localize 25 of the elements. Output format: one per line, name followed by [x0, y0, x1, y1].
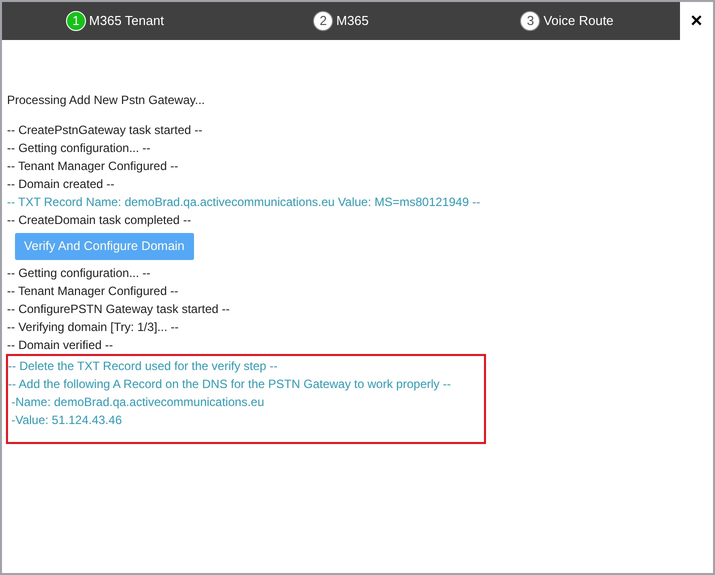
log-line: -- Getting configuration... --	[7, 140, 152, 157]
log-line: -- Add the following A Record on the DNS for the PSTN Gateway to work properly --	[8, 376, 452, 393]
log-line: -- TXT Record Name: demoBrad.qa.activecommunications.eu Value: MS=ms80121949 --	[7, 194, 482, 211]
log-line: -- CreateDomain task completed --	[7, 212, 192, 229]
status-heading: Processing Add New Pstn Gateway...	[7, 92, 206, 109]
log-line: -- Verifying domain [Try: 1/3]... --	[7, 319, 180, 336]
step-tab[interactable]: 2 M365	[228, 11, 454, 31]
log-line: -- Tenant Manager Configured --	[7, 158, 180, 175]
step-tab[interactable]: 3 Voice Route	[454, 11, 680, 31]
step-label: M365 Tenant	[89, 12, 164, 30]
step-tab[interactable]: 1 M365 Tenant	[2, 11, 228, 31]
log-line: -- Delete the TXT Record used for the verify step --	[8, 358, 279, 375]
step-label: M365	[336, 12, 369, 30]
log-line: -- Domain verified --	[7, 337, 114, 354]
step-label: Voice Route	[543, 12, 614, 30]
step-number: 1	[66, 11, 86, 31]
log-line: -- CreatePstnGateway task started --	[7, 122, 204, 139]
log-line: -- ConfigurePSTN Gateway task started --	[7, 301, 231, 318]
log-line: -Value: 51.124.43.46	[10, 412, 123, 429]
step-number: 3	[520, 11, 540, 31]
log-line: -- Domain created --	[7, 176, 116, 193]
log-line: -- Tenant Manager Configured --	[7, 283, 180, 300]
log-line: -Name: demoBrad.qa.activecommunications.eu	[10, 394, 266, 411]
step-number: 2	[313, 11, 334, 31]
log-line: -- Getting configuration... --	[7, 265, 152, 282]
